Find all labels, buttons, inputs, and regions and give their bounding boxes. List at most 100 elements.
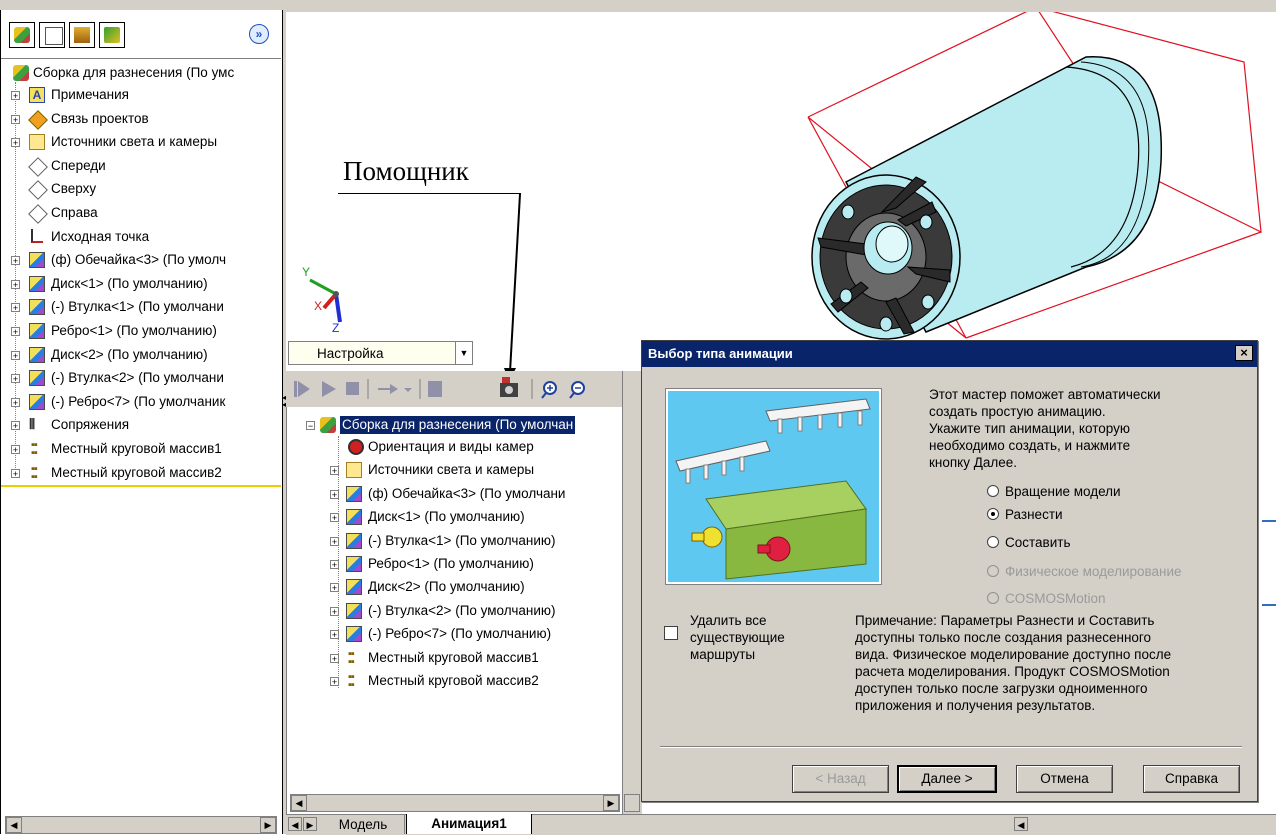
- axis-y-label: Y: [302, 265, 310, 279]
- radio-indicator[interactable]: [987, 536, 999, 548]
- zoom-out-icon[interactable]: [569, 381, 585, 399]
- expand-icon[interactable]: +: [11, 303, 20, 313]
- radio-label: Вращение модели: [1005, 484, 1121, 499]
- scroll-right-icon[interactable]: ▶: [603, 795, 619, 811]
- part-icon: [29, 275, 45, 292]
- chevron-down-icon[interactable]: ▼: [455, 342, 472, 364]
- cylinder-model: [811, 56, 1163, 340]
- scroll-left-icon[interactable]: ◀: [6, 817, 22, 833]
- animation-tree-root-label[interactable]: Сборка для разнесения (По умолчан: [340, 416, 576, 434]
- play-icon[interactable]: [322, 381, 336, 397]
- close-button[interactable]: ×: [1235, 345, 1253, 361]
- expand-chevron-icon[interactable]: »: [249, 24, 269, 44]
- feature-manager-tab-button[interactable]: [9, 22, 35, 48]
- expand-icon[interactable]: +: [11, 327, 20, 337]
- expand-icon[interactable]: +: [11, 138, 20, 148]
- radio-rotate-model[interactable]: Вращение модели: [987, 481, 1247, 501]
- expand-icon[interactable]: +: [330, 466, 339, 476]
- zoom-in-icon[interactable]: [541, 381, 557, 399]
- play-start-bar-icon: [294, 381, 297, 397]
- save-animation-icon[interactable]: [428, 381, 442, 397]
- collapse-pane-icon[interactable]: ◂ ◂: [282, 394, 288, 416]
- animation-tree: − Сборка для разнесения (По умолчан Орие…: [300, 414, 622, 694]
- animation-tree-item-label: (-) Втулка<1> (По умолчанию): [368, 532, 556, 548]
- left-horizontal-scrollbar[interactable]: ◀ ▶: [5, 816, 277, 834]
- pattern-icon: ▪▪ ▪▪: [31, 439, 38, 459]
- graphics-area[interactable]: Y X Z: [286, 12, 1276, 366]
- display-manager-tab-button[interactable]: [99, 22, 125, 48]
- tree-item-label: Исходная точка: [51, 228, 150, 244]
- animation-toolbar: [286, 371, 622, 407]
- delete-paths-checkbox[interactable]: [664, 626, 678, 640]
- note-line: расчета моделирования. Продукт COSMOSMot…: [855, 664, 1170, 679]
- expand-icon[interactable]: +: [11, 374, 20, 384]
- property-manager-tab-button[interactable]: [39, 22, 65, 48]
- feature-manager-pane: » Сборка для разнесения (По умс + A Примеч…: [0, 10, 283, 834]
- delete-paths-label: Удалить все существующие маршруты: [690, 612, 785, 663]
- animation-horizontal-scrollbar[interactable]: ◀ ▶: [290, 794, 620, 812]
- dialog-divider: [660, 746, 1242, 748]
- expand-icon[interactable]: +: [11, 397, 20, 407]
- radio-cosmosmotion: COSMOSMotion: [987, 588, 1247, 608]
- rollback-bar[interactable]: [1, 485, 281, 487]
- radio-explode[interactable]: Разнести: [987, 504, 1247, 524]
- expand-icon[interactable]: +: [11, 468, 20, 478]
- dialog-title-bar[interactable]: Выбор типа анимации ×: [642, 341, 1257, 367]
- dialog-title: Выбор типа анимации: [648, 346, 793, 361]
- tab-animation1[interactable]: Анимация1: [406, 814, 532, 834]
- stop-icon[interactable]: [346, 382, 359, 395]
- radio-label: Физическое моделирование: [1005, 564, 1182, 579]
- wizard-note: Примечание: Параметры Разнести и Состави…: [855, 612, 1171, 714]
- note-line: доступны только после создания разнесенн…: [855, 630, 1152, 645]
- expand-icon[interactable]: +: [330, 536, 339, 546]
- expand-icon[interactable]: +: [330, 606, 339, 616]
- intro-line: кнопку Далее.: [929, 455, 1018, 470]
- design-binder-icon: [28, 109, 48, 130]
- expand-icon[interactable]: +: [330, 677, 339, 687]
- expand-icon[interactable]: +: [11, 91, 20, 101]
- next-button[interactable]: Далее >: [897, 765, 997, 793]
- radio-indicator: [987, 592, 999, 604]
- expand-icon[interactable]: +: [11, 445, 20, 455]
- scroll-left-icon[interactable]: ◀: [1014, 817, 1028, 831]
- expand-icon[interactable]: +: [11, 421, 20, 431]
- tab-last-icon[interactable]: ▶: [303, 817, 317, 831]
- delete-paths-line: Удалить все: [690, 613, 767, 628]
- expand-icon[interactable]: +: [330, 653, 339, 663]
- playback-mode-icon[interactable]: [378, 384, 398, 394]
- radio-indicator[interactable]: [987, 485, 999, 497]
- scroll-left-icon[interactable]: ◀: [291, 795, 307, 811]
- timeline-area[interactable]: [622, 371, 642, 821]
- animation-tree-item-label: (ф) Обечайка<3> (По умолчани: [368, 485, 566, 501]
- configuration-select[interactable]: Настройка ▼: [288, 341, 473, 365]
- expand-icon[interactable]: +: [330, 489, 339, 499]
- expand-icon[interactable]: +: [11, 350, 20, 360]
- expand-icon[interactable]: +: [330, 630, 339, 640]
- collapse-icon[interactable]: −: [306, 421, 315, 431]
- tab-model[interactable]: Модель: [322, 815, 405, 834]
- playback-dropdown-icon[interactable]: [404, 388, 412, 392]
- tree-item-label: Примечания: [51, 87, 129, 102]
- expand-icon[interactable]: +: [11, 279, 20, 289]
- tree-item-label: Источники света и камеры: [51, 134, 218, 150]
- back-button: < Назад: [792, 765, 889, 793]
- expand-icon[interactable]: +: [11, 114, 20, 124]
- play-from-start-icon[interactable]: [298, 381, 310, 397]
- axis-x-label: X: [314, 299, 322, 313]
- scroll-right-icon[interactable]: ▶: [260, 817, 276, 833]
- expand-icon[interactable]: +: [11, 256, 20, 266]
- radio-indicator[interactable]: [987, 508, 999, 520]
- expand-icon[interactable]: +: [330, 513, 339, 523]
- tab-first-icon[interactable]: ◀: [288, 817, 302, 831]
- cancel-button[interactable]: Отмена: [1016, 765, 1113, 793]
- animation-wizard-icon[interactable]: [500, 377, 518, 397]
- help-button[interactable]: Справка: [1143, 765, 1240, 793]
- properties-icon: [45, 27, 63, 45]
- radio-collapse[interactable]: Составить: [987, 532, 1247, 552]
- expand-icon[interactable]: +: [330, 560, 339, 570]
- expand-icon[interactable]: +: [330, 583, 339, 593]
- tree-item-label: (-) Ребро<7> (По умолчаник: [51, 393, 226, 409]
- intro-line: необходимо создать, и нажмите: [929, 438, 1131, 453]
- configuration-manager-tab-button[interactable]: [69, 22, 95, 48]
- timeline-scroll[interactable]: [624, 794, 640, 812]
